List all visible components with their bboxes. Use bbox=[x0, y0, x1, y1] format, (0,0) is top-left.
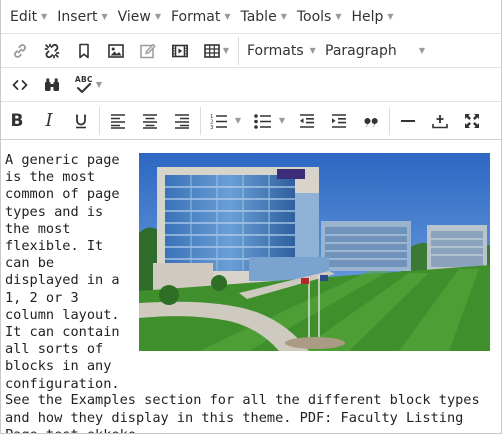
chevron-down-icon: ▼ bbox=[280, 12, 287, 21]
underline-icon bbox=[72, 112, 90, 130]
chevron-down-icon: ▼ bbox=[95, 80, 103, 89]
spellcheck-button[interactable]: ABC ▼ bbox=[68, 69, 108, 101]
media-icon bbox=[171, 42, 189, 60]
menu-table-label: Table bbox=[240, 8, 277, 25]
formats-dropdown[interactable]: Formats ▼ bbox=[241, 35, 319, 67]
menu-insert-label: Insert bbox=[57, 8, 98, 25]
code-icon bbox=[11, 76, 29, 94]
menu-view[interactable]: View ▼ bbox=[113, 0, 166, 34]
toolbar-separator bbox=[238, 36, 239, 65]
align-center-icon bbox=[141, 112, 159, 130]
find-replace-button[interactable] bbox=[36, 69, 68, 101]
outdent-button[interactable] bbox=[291, 105, 323, 137]
link-icon bbox=[11, 42, 29, 60]
rich-text-editor: Edit ▼ Insert ▼ View ▼ Format ▼ Table ▼ Tools… bbox=[0, 0, 502, 434]
chevron-down-icon: ▼ bbox=[41, 12, 48, 21]
source-code-button[interactable] bbox=[4, 69, 36, 101]
toolbar-separator bbox=[99, 106, 100, 135]
underline-button[interactable] bbox=[65, 105, 97, 137]
spellcheck-icon: ABC bbox=[74, 75, 94, 95]
blockquote-button[interactable] bbox=[355, 105, 387, 137]
toolbar-row-1: ▼ Formats ▼ Paragraph ▼ bbox=[1, 34, 501, 68]
menubar: Edit ▼ Insert ▼ View ▼ Format ▼ Table ▼ Tools… bbox=[1, 0, 501, 34]
link-button[interactable] bbox=[4, 35, 36, 67]
paragraph-dropdown[interactable]: Paragraph ▼ bbox=[319, 35, 431, 67]
menu-table[interactable]: Table ▼ bbox=[235, 0, 291, 34]
toolbar-separator bbox=[200, 106, 201, 135]
chevron-down-icon: ▼ bbox=[101, 12, 108, 21]
chevron-down-icon: ▼ bbox=[418, 46, 425, 55]
menu-tools-label: Tools bbox=[296, 8, 332, 25]
chevron-down-icon: ▼ bbox=[309, 46, 316, 55]
italic-button[interactable]: I bbox=[33, 105, 65, 137]
fullscreen-button[interactable] bbox=[456, 105, 488, 137]
toolbar-row-2: ABC ▼ bbox=[1, 68, 501, 102]
toolbar-separator bbox=[389, 106, 390, 135]
align-left-button[interactable] bbox=[102, 105, 134, 137]
menu-format-label: Format bbox=[170, 8, 221, 25]
formats-dropdown-label: Formats bbox=[247, 42, 304, 59]
unlink-button[interactable] bbox=[36, 35, 68, 67]
image-button[interactable] bbox=[100, 35, 132, 67]
toolbar-row-3: B I 123 ▼ ▼ bbox=[1, 102, 501, 140]
chevron-down-icon: ▼ bbox=[387, 12, 394, 21]
unlink-icon bbox=[43, 42, 61, 60]
numbered-list-icon: 123 bbox=[209, 112, 229, 130]
align-center-button[interactable] bbox=[134, 105, 166, 137]
bullet-list-button[interactable]: ▼ bbox=[247, 105, 291, 137]
horizontal-rule-icon bbox=[399, 112, 417, 130]
menu-help-label: Help bbox=[351, 8, 384, 25]
media-button[interactable] bbox=[164, 35, 196, 67]
chevron-down-icon: ▼ bbox=[234, 116, 242, 125]
find-replace-icon bbox=[43, 76, 61, 94]
chevron-down-icon: ▼ bbox=[335, 12, 342, 21]
edit-image-icon bbox=[139, 42, 157, 60]
fullscreen-icon bbox=[463, 112, 481, 130]
table-button[interactable]: ▼ bbox=[196, 35, 236, 67]
anchor-icon bbox=[75, 42, 93, 60]
content-paragraph-1: A generic page is the most common of pag… bbox=[5, 152, 120, 392]
chevron-down-icon: ▼ bbox=[154, 12, 161, 21]
campus-building-photo[interactable] bbox=[139, 153, 490, 351]
chevron-down-icon: ▼ bbox=[278, 116, 286, 125]
bold-icon: B bbox=[10, 110, 24, 131]
bullet-list-icon bbox=[253, 112, 273, 130]
outdent-icon bbox=[298, 112, 316, 130]
horizontal-rule-button[interactable] bbox=[392, 105, 424, 137]
insert-button[interactable] bbox=[424, 105, 456, 137]
menu-insert[interactable]: Insert ▼ bbox=[52, 0, 112, 34]
edit-image-button[interactable] bbox=[132, 35, 164, 67]
table-icon bbox=[203, 42, 221, 60]
menu-view-label: View bbox=[117, 8, 151, 25]
menu-format[interactable]: Format ▼ bbox=[166, 0, 236, 34]
indent-button[interactable] bbox=[323, 105, 355, 137]
anchor-button[interactable] bbox=[68, 35, 100, 67]
chevron-down-icon: ▼ bbox=[222, 46, 230, 55]
chevron-down-icon: ▼ bbox=[224, 12, 231, 21]
align-right-icon bbox=[173, 112, 191, 130]
align-right-button[interactable] bbox=[166, 105, 198, 137]
editor-content[interactable]: A generic page is the most common of pag… bbox=[1, 144, 501, 433]
content-paragraph-2: See the Examples section for all the dif… bbox=[5, 392, 480, 433]
svg-text:3: 3 bbox=[210, 125, 214, 130]
numbered-list-button[interactable]: 123 ▼ bbox=[203, 105, 247, 137]
insert-icon bbox=[431, 112, 449, 130]
menu-tools[interactable]: Tools ▼ bbox=[292, 0, 347, 34]
menu-edit-label: Edit bbox=[10, 8, 38, 25]
blockquote-icon bbox=[362, 112, 380, 130]
menu-edit[interactable]: Edit ▼ bbox=[5, 0, 52, 34]
italic-icon: I bbox=[45, 110, 53, 131]
menu-help[interactable]: Help ▼ bbox=[347, 0, 399, 34]
image-icon bbox=[107, 42, 125, 60]
bold-button[interactable]: B bbox=[1, 105, 33, 137]
align-left-icon bbox=[109, 112, 127, 130]
paragraph-dropdown-label: Paragraph bbox=[325, 42, 397, 59]
indent-icon bbox=[330, 112, 348, 130]
